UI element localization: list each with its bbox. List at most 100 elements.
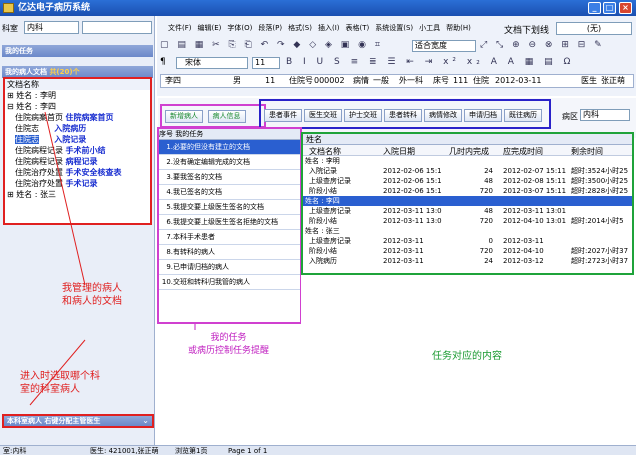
- patient-info-button[interactable]: 病人信息: [207, 110, 246, 123]
- table-row[interactable]: 阶段小结 2012-02-06 15:1 720 2012-03-07 15:11 超时…: [303, 186, 632, 196]
- toolbar-icons-row1b[interactable]: ⤢ ⤡ ⊕ ⊖ ⊗ ⊞ ⊟ ✎: [480, 40, 630, 52]
- tab-nurse-handover[interactable]: 护士交班: [344, 109, 382, 122]
- task-list-header: 序号 我的任务: [159, 129, 300, 140]
- task-item[interactable]: 7. 本科手术患者: [159, 230, 300, 245]
- tab-past-records[interactable]: 既往病历: [504, 109, 542, 122]
- task-item[interactable]: 2. 没有确定编辑完成的文档: [159, 155, 300, 170]
- table-cell: 2012-02-06 15:1: [383, 177, 442, 185]
- table-cell: 24: [484, 257, 493, 265]
- task-item[interactable]: 10. 交班和转科归我管的病人: [159, 275, 300, 290]
- menu-bar: 文件(F) 编辑(E) 字体(O) 段落(P) 格式(S) 插入(I) 表格(T) 系统设置(…: [168, 23, 528, 33]
- table-cell: 720: [479, 247, 493, 255]
- table-row[interactable]: 上级查房记录 2012-03-11 0 2012-03-11: [303, 236, 632, 246]
- table-cell: 2012-03-11 13:0: [383, 207, 442, 215]
- bed-label: 床号: [433, 76, 449, 85]
- patient-name: 李四: [165, 76, 181, 85]
- table-cell: 上级查房记录: [309, 207, 351, 215]
- doctor-name: 张正萌: [601, 76, 625, 85]
- tab-patient-event[interactable]: 患者事件: [264, 109, 302, 122]
- task-item[interactable]: 5. 我提交要上级医生签名的文档: [159, 200, 300, 215]
- table-cell: 阶段小结: [309, 187, 337, 195]
- ward-label: 病区: [562, 112, 578, 121]
- toolbar-icons-row1[interactable]: ▢ ▤ ▦ ✂ ⎘ ⎗ ↶ ↷ ◆ ◇ ◈ ▣ ◉ ⌗: [160, 40, 408, 52]
- grid-header: 文档名称 入院日期 几时内完成 应完成时间 剩余时间: [303, 145, 632, 156]
- table-cell: 2012-03-11 13:01: [503, 207, 567, 215]
- menu-table[interactable]: 表格(T): [346, 23, 370, 33]
- menu-insert[interactable]: 插入(I): [318, 23, 340, 33]
- annotation-content: 任务对应的内容: [432, 351, 502, 362]
- table-cell: 2012-03-11: [383, 237, 424, 245]
- table-row[interactable]: 入院记录 2012-02-06 15:1 24 2012-02-07 15:11 超时:…: [303, 166, 632, 176]
- table-row[interactable]: 阶段小结 2012-03-11 13:0 720 2012-04-10 13:01 超时…: [303, 216, 632, 226]
- table-cell: 上级查房记录: [309, 237, 351, 245]
- table-cell: 2012-02-08 15:11: [503, 177, 567, 185]
- annotation-dept-select: 进入时选取哪个科 室的科室病人: [20, 371, 100, 395]
- task-item[interactable]: 9. 已申请归档的病人: [159, 260, 300, 275]
- menu-format[interactable]: 格式(S): [288, 23, 312, 33]
- task-item[interactable]: 4. 我已签名的文档: [159, 185, 300, 200]
- table-cell: 48: [484, 177, 493, 185]
- table-cell: 2012-04-10 13:01: [503, 217, 567, 225]
- annotation-arrow: [44, 111, 86, 286]
- group-row[interactable]: 姓名 : 张三: [303, 226, 632, 236]
- task-item[interactable]: 6. 我提交要上级医生签名拒绝的文档: [159, 215, 300, 230]
- doc-line-label: 文档下划线: [504, 26, 550, 36]
- content-grid-panel: 姓名 文档名称 入院日期 几时内完成 应完成时间 剩余时间 姓名 : 李明 入院记…: [301, 132, 634, 275]
- condition-label: 病情: [353, 76, 369, 85]
- tab-archive-request[interactable]: 申请归档: [464, 109, 502, 122]
- table-cell: 2012-03-12: [503, 257, 544, 265]
- doc-line-select[interactable]: (无): [556, 22, 632, 35]
- tab-condition-edit[interactable]: 病情修改: [424, 109, 462, 122]
- patient-info-bar: 李四 男 11 住院号 000002 病情 一般 外一科 床号 111 住院 2…: [160, 74, 634, 88]
- menu-settings[interactable]: 系统设置(S): [375, 23, 413, 33]
- font-size-select[interactable]: 11: [252, 57, 280, 69]
- table-cell: 720: [479, 187, 493, 195]
- task-list-panel: 序号 我的任务 1. 必要的但没有建立的文档 2. 没有确定编辑完成的文档 3. 要…: [157, 127, 302, 324]
- table-cell: 入院记录: [309, 167, 337, 175]
- table-cell: 720: [479, 217, 493, 225]
- tab-transfer[interactable]: 患者转科: [384, 109, 422, 122]
- group-row[interactable]: 姓名 : 李明: [303, 156, 632, 166]
- menu-edit[interactable]: 编辑(E): [198, 23, 222, 33]
- task-item[interactable]: 1. 必要的但没有建立的文档: [159, 140, 300, 155]
- event-tabs-group: 患者事件 医生交班 护士交班 患者转科 病情修改 申请归档 既往病历: [259, 99, 551, 129]
- task-item[interactable]: 8. 有转科的病人: [159, 245, 300, 260]
- toolbar-format-icons[interactable]: B I U S ≡ ≣ ☰ ⇤ ⇥ x² x₂ A A ▦ ▤ Ω: [286, 57, 626, 69]
- table-cell: 上级查房记录: [309, 177, 351, 185]
- table-cell: 2012-03-11 13:0: [383, 217, 442, 225]
- patient-sex: 男: [233, 76, 241, 85]
- table-row[interactable]: 上级查房记录 2012-03-11 13:0 48 2012-03-11 13:01: [303, 206, 632, 216]
- menu-paragraph[interactable]: 段落(P): [258, 23, 282, 33]
- table-cell: 24: [484, 167, 493, 175]
- table-cell: 入院病历: [309, 257, 337, 265]
- grid-body: 姓名 : 李明 入院记录 2012-02-06 15:1 24 2012-02-07 1…: [303, 156, 632, 273]
- group-row[interactable]: 姓名 : 李四: [303, 196, 632, 206]
- bed-no: 111: [453, 76, 469, 85]
- dept-patients-panel[interactable]: 本科室病人 右键分配主管医生 ⌄: [2, 414, 154, 428]
- table-row[interactable]: 入院病历 2012-03-11 24 2012-03-12 超时:2723小时37: [303, 256, 632, 266]
- task-item[interactable]: 3. 要我签名的文档: [159, 170, 300, 185]
- menu-file[interactable]: 文件(F): [168, 23, 192, 33]
- patient-age: 11: [265, 76, 276, 85]
- group-by-bar: 姓名: [303, 134, 632, 145]
- collapse-icon[interactable]: ⌄: [142, 416, 149, 426]
- font-select[interactable]: 宋体: [176, 57, 248, 69]
- add-patient-button[interactable]: 新增病人: [165, 110, 203, 123]
- menu-tools[interactable]: 小工具: [419, 23, 440, 33]
- tab-doctor-handover[interactable]: 医生交班: [304, 109, 342, 122]
- table-cell: 2012-04-10: [503, 247, 544, 255]
- style-icon[interactable]: ¶: [160, 57, 174, 69]
- table-row[interactable]: 阶段小结 2012-03-11 720 2012-04-10 超时:2027小时37: [303, 246, 632, 256]
- annotation-patients-docs: 我管理的病人 和病人的文档: [62, 283, 122, 307]
- ward-select[interactable]: 内科: [580, 109, 630, 121]
- table-cell: 超时:2723小时37: [571, 257, 629, 265]
- menu-font[interactable]: 字体(O): [227, 23, 252, 33]
- table-cell: 2012-02-06 15:1: [383, 167, 442, 175]
- patient-dept: 外一科: [399, 76, 423, 85]
- table-row[interactable]: 上级查房记录 2012-02-06 15:1 48 2012-02-08 15:11 超…: [303, 176, 632, 186]
- menu-help[interactable]: 帮助(H): [446, 23, 471, 33]
- zoom-select[interactable]: 适合宽度: [412, 40, 476, 52]
- table-cell: 阶段小结: [309, 247, 337, 255]
- condition-value: 一般: [373, 76, 389, 85]
- table-cell: 超时:2027小时37: [571, 247, 629, 255]
